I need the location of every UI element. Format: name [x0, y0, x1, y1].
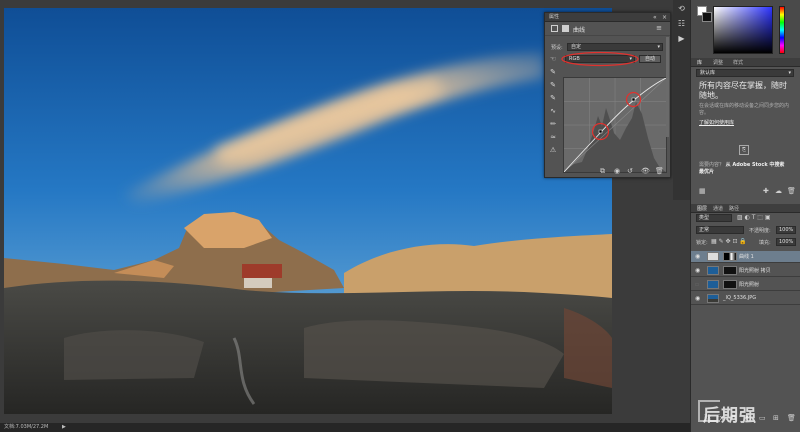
fill-label: 填充:: [759, 240, 771, 246]
tab-layers[interactable]: 图层: [697, 205, 707, 212]
layer-thumb: [707, 280, 719, 289]
eyedropper-black-icon[interactable]: ✎: [548, 67, 558, 77]
actions-icon[interactable]: ▶: [676, 33, 687, 44]
close-icon[interactable]: ×: [662, 13, 667, 22]
layer-mask-thumb[interactable]: [723, 266, 737, 275]
document-canvas[interactable]: [4, 8, 612, 414]
status-arrow-icon[interactable]: ▶: [62, 423, 66, 432]
layer-kind-filter[interactable]: 类型: [696, 214, 732, 222]
fill-input[interactable]: 100%: [776, 238, 796, 246]
layer-thumb: [707, 294, 719, 303]
properties-footer: ⧉ ◉ ↺ 👁 🗑: [545, 165, 670, 177]
collapse-icon[interactable]: «: [653, 13, 657, 22]
color-panel: [691, 0, 800, 58]
clip-to-layer-icon[interactable]: ⧉: [600, 167, 605, 176]
add-content-icon[interactable]: ✚: [763, 187, 769, 195]
histogram-warning-icon[interactable]: ⚠: [548, 145, 558, 155]
learn-libraries-link[interactable]: 了解如何使用库: [699, 119, 734, 126]
layer-thumb: [707, 266, 719, 275]
lock-label: 锁定:: [696, 240, 708, 246]
lock-icons[interactable]: ▦ ✎ ✥ ⊡ 🔒: [711, 238, 747, 245]
filter-icons[interactable]: ▨ ◐ T ⬚ ▣: [737, 214, 771, 221]
document-size-readout: 文档:7.03M/27.2M: [4, 424, 49, 430]
visibility-eye-icon[interactable]: ◉: [695, 253, 700, 260]
libraries-panel: 默认库 ▾ 所有内容尽在掌握，随时随地。 在会话或在库的移动设备之间同步您的内容。…: [691, 67, 800, 205]
curve-graph[interactable]: [563, 77, 667, 173]
trash-icon[interactable]: 🗑: [655, 167, 664, 175]
right-panels: 库 调整 样式 默认库 ▾ 所有内容尽在掌握，随时随地。 在会话或在库的移动设备之…: [690, 0, 800, 432]
curve-point-tool-icon[interactable]: ∿: [548, 106, 558, 116]
properties-icon[interactable]: ☷: [676, 18, 687, 29]
library-tabs: 库 调整 样式: [691, 58, 800, 67]
visibility-eye-icon[interactable]: 👁: [641, 167, 650, 175]
layers-tabs: 图层 通道 路径: [691, 204, 800, 213]
properties-scrollbar[interactable]: [666, 37, 669, 137]
visibility-eye-icon[interactable]: ◉: [695, 267, 700, 274]
preset-select[interactable]: 自定 ▾: [567, 43, 663, 51]
background-color-swatch[interactable]: [702, 12, 712, 22]
layer-mask-thumb[interactable]: [723, 252, 737, 261]
eyedropper-white-icon[interactable]: ✎: [548, 93, 558, 103]
layer-row[interactable]: ▫ 阳光照射: [691, 279, 800, 291]
curve-tools: ☜ ✎ ✎ ✎ ∿ ✏ ≈ ⚠: [548, 54, 559, 158]
curve-plot: [563, 77, 667, 173]
new-layer-icon[interactable]: ⊞: [773, 414, 779, 422]
properties-titlebar[interactable]: 属性 « ×: [545, 13, 670, 22]
layers-panel: 图层 通道 路径 类型 ▨ ◐ T ⬚ ▣ 正常 不透明度: 100% 锁定: …: [691, 204, 800, 432]
watermark: 后期强: [703, 406, 757, 426]
layer-mask-thumb[interactable]: [723, 280, 737, 289]
properties-title: 属性: [549, 14, 560, 20]
library-placeholder-icon: ⎘: [739, 145, 749, 155]
visibility-eye-icon[interactable]: ◉: [695, 295, 700, 302]
adobe-stock-link[interactable]: 从 Adobe Stock 中搜索: [726, 162, 785, 168]
properties-panel: 属性 « × 曲线 ≡ 预设: 自定 ▾ ☜ ✎ ✎ ✎ ∿ ✏ ≈ ⚠ RGB ▾…: [544, 12, 671, 178]
mask-icon[interactable]: [562, 25, 569, 32]
libraries-description: 在会话或在库的移动设备之间同步您的内容。: [699, 103, 790, 116]
layer-row[interactable]: ◉ 阳光照射 拷贝: [691, 265, 800, 277]
curves-layer-icon: [707, 252, 719, 261]
opacity-label: 不透明度:: [749, 228, 771, 234]
layer-row[interactable]: ◉ 曲线 1: [691, 251, 800, 263]
tab-channels[interactable]: 通道: [713, 205, 723, 212]
color-picker-field[interactable]: [713, 6, 773, 54]
delete-layer-icon[interactable]: 🗑: [787, 414, 796, 422]
auto-button[interactable]: 自动: [639, 55, 661, 63]
hue-slider[interactable]: [779, 6, 785, 54]
adjustment-name: 曲线: [573, 27, 586, 34]
history-icon[interactable]: ⟲: [676, 3, 687, 14]
libraries-headline: 所有内容尽在掌握，随时随地。: [699, 81, 787, 100]
target-adjust-hand-icon[interactable]: ☜: [548, 54, 558, 64]
library-trash-icon[interactable]: 🗑: [787, 187, 796, 195]
cloud-icon[interactable]: ☁: [775, 187, 782, 195]
reset-icon[interactable]: ↺: [627, 167, 633, 175]
curves-adjustment-icon: [551, 25, 558, 32]
tab-styles[interactable]: 样式: [733, 59, 743, 66]
tab-libraries[interactable]: 库: [697, 59, 702, 66]
pencil-icon[interactable]: ✏: [548, 119, 558, 129]
channel-highlight-ellipse: [561, 51, 639, 67]
library-menu-icon[interactable]: ▦: [699, 187, 706, 195]
opacity-input[interactable]: 100%: [776, 226, 796, 234]
group-folder-icon[interactable]: ▭: [759, 414, 766, 422]
status-bar: 文档:7.03M/27.2M ▶: [0, 423, 690, 432]
visibility-off-icon[interactable]: ▫: [695, 281, 699, 288]
preset-label: 预设:: [551, 45, 563, 51]
chevron-down-icon: ▾: [788, 70, 791, 76]
library-select[interactable]: 默认库 ▾: [696, 69, 794, 77]
tab-adjustments[interactable]: 调整: [713, 59, 723, 66]
chevron-down-icon: ▾: [657, 44, 660, 50]
panel-icon-strip: ⟲ ☷ ▶: [673, 0, 690, 200]
properties-adjustment-header: 曲线 ≡: [545, 22, 670, 36]
libraries-footer: 需要内容？ 从 Adobe Stock 中搜索 最优片: [699, 162, 785, 175]
landscape-photo: [4, 8, 612, 414]
layer-row[interactable]: ◉ _IQ_5336.JPG: [691, 293, 800, 305]
tab-paths[interactable]: 路径: [729, 205, 739, 212]
panel-menu-icon[interactable]: ≡: [656, 24, 662, 32]
blend-mode-select[interactable]: 正常: [696, 226, 744, 234]
view-previous-icon[interactable]: ◉: [614, 167, 620, 175]
smooth-icon[interactable]: ≈: [548, 132, 558, 142]
eyedropper-gray-icon[interactable]: ✎: [548, 80, 558, 90]
